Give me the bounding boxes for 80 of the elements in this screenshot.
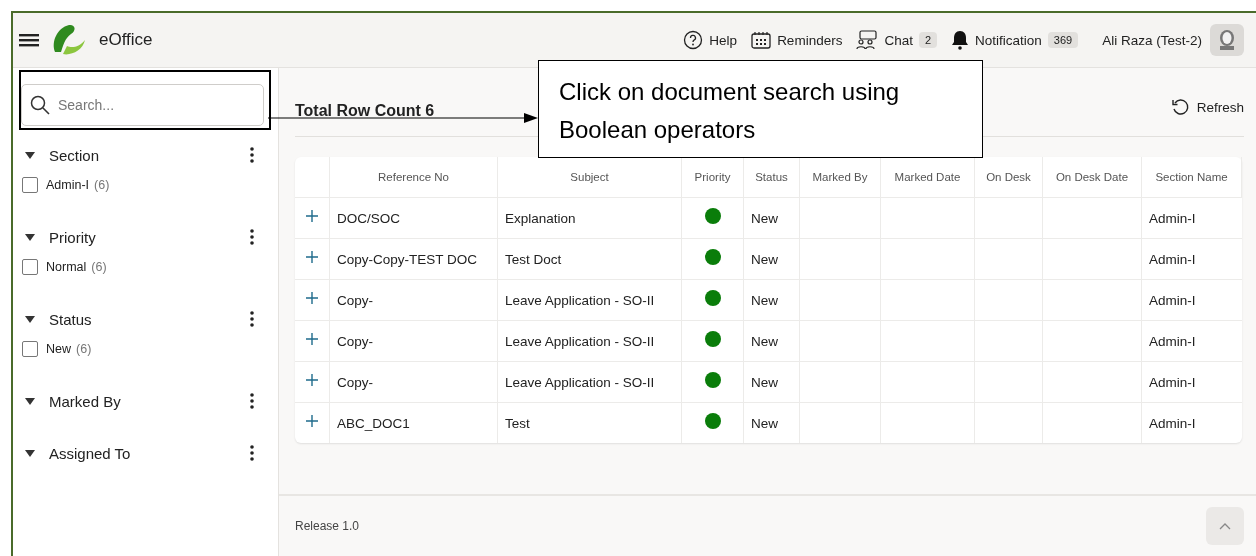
- nav-link[interactable]: Chat 2: [856, 30, 938, 50]
- filter-title: Assigned To: [49, 444, 132, 462]
- checkbox[interactable]: [22, 259, 38, 275]
- expand-toggle-icon[interactable]: [25, 396, 35, 406]
- table-cell: New: [744, 239, 800, 279]
- filter-title: Marked By: [49, 392, 122, 410]
- table-cell-text: Admin-I: [1148, 209, 1197, 228]
- table-cell: Leave Application - SO-II: [498, 362, 682, 402]
- table-cell: New: [744, 403, 800, 443]
- table-cell: DOC/SOC: [330, 198, 498, 238]
- user-name: Ali Raza (Test-2): [1102, 32, 1202, 48]
- more-options-icon[interactable]: [250, 229, 254, 245]
- table-cell: New: [744, 198, 800, 238]
- table-cell-text: Admin-I: [1148, 332, 1197, 351]
- menu-icon[interactable]: [19, 32, 39, 48]
- help-icon: [683, 30, 704, 50]
- filter-option: New: [46, 342, 71, 356]
- chat-icon: [856, 30, 879, 50]
- row-count-title: Total Row Count 6: [295, 102, 435, 120]
- count-badge: 2: [918, 32, 938, 48]
- expand-toggle-icon[interactable]: [25, 232, 35, 242]
- filter-option: Admin-I: [46, 178, 90, 192]
- filter-title: Status: [49, 310, 93, 328]
- column-header[interactable]: Reference No: [330, 157, 498, 197]
- option-count: (6): [91, 260, 107, 274]
- filter-title: Section: [49, 146, 101, 164]
- table-cell: Test: [498, 403, 682, 443]
- checkbox[interactable]: [22, 177, 38, 193]
- nav-link[interactable]: Notification 369: [951, 30, 1079, 50]
- option-count: (6): [76, 342, 92, 356]
- avatar[interactable]: [1210, 24, 1244, 56]
- expand-row-icon[interactable]: [306, 333, 318, 345]
- expand-row-icon[interactable]: [306, 210, 318, 222]
- search-field[interactable]: Search...: [21, 84, 264, 126]
- annotation-text: Boolean operators: [559, 115, 756, 145]
- table-cell: New: [744, 321, 800, 361]
- release-version: Release 1.0: [295, 519, 360, 533]
- more-options-icon[interactable]: [250, 311, 254, 327]
- table-cell: Explanation: [498, 198, 682, 238]
- table-cell: ABC_DOC1: [330, 403, 498, 443]
- option-count: (6): [94, 178, 110, 192]
- table-cell: Test Doct: [498, 239, 682, 279]
- annotation-text: Click on document search using: [559, 77, 900, 107]
- expand-row-icon[interactable]: [306, 415, 318, 427]
- table-cell: New: [744, 280, 800, 320]
- bell-icon: [951, 30, 970, 50]
- table-cell-text: Admin-I: [1148, 250, 1197, 269]
- refresh-button[interactable]: Refresh: [1170, 98, 1244, 116]
- table-cell: Copy-: [330, 362, 498, 402]
- nav-link[interactable]: Reminders: [751, 31, 843, 49]
- table-cell: Copy-: [330, 321, 498, 361]
- more-options-icon[interactable]: [250, 147, 254, 163]
- expand-toggle-icon[interactable]: [25, 448, 35, 458]
- table-cell-text: Admin-I: [1148, 373, 1197, 392]
- expand-toggle-icon[interactable]: [25, 314, 35, 324]
- search-icon: [30, 95, 50, 115]
- expand-row-icon[interactable]: [306, 374, 318, 386]
- refresh-icon: [1170, 98, 1189, 116]
- column-header[interactable]: Section Name: [1142, 157, 1242, 197]
- nav-link[interactable]: Help: [683, 30, 738, 50]
- filter-title: Priority: [49, 228, 97, 246]
- table-cell: Copy-Copy-TEST DOC: [330, 239, 498, 279]
- count-badge: 369: [1047, 32, 1079, 48]
- table-cell-text: Admin-I: [1148, 414, 1197, 433]
- column-header[interactable]: On Desk Date: [1043, 157, 1142, 197]
- expand-toggle-icon[interactable]: [25, 150, 35, 160]
- expand-row-icon[interactable]: [306, 292, 318, 304]
- table-cell: Leave Application - SO-II: [498, 321, 682, 361]
- more-options-icon[interactable]: [250, 445, 254, 461]
- expand-row-icon[interactable]: [306, 251, 318, 263]
- app-name: eOffice: [99, 30, 153, 50]
- table-cell: New: [744, 362, 800, 402]
- calendar-icon: [751, 31, 772, 49]
- checkbox[interactable]: [22, 341, 38, 357]
- filter-option: Normal: [46, 260, 87, 274]
- table-cell: Leave Application - SO-II: [498, 280, 682, 320]
- more-options-icon[interactable]: [250, 393, 254, 409]
- table-cell: Copy-: [330, 280, 498, 320]
- chevron-up-icon: [1219, 522, 1231, 530]
- table-cell-text: Admin-I: [1148, 291, 1197, 310]
